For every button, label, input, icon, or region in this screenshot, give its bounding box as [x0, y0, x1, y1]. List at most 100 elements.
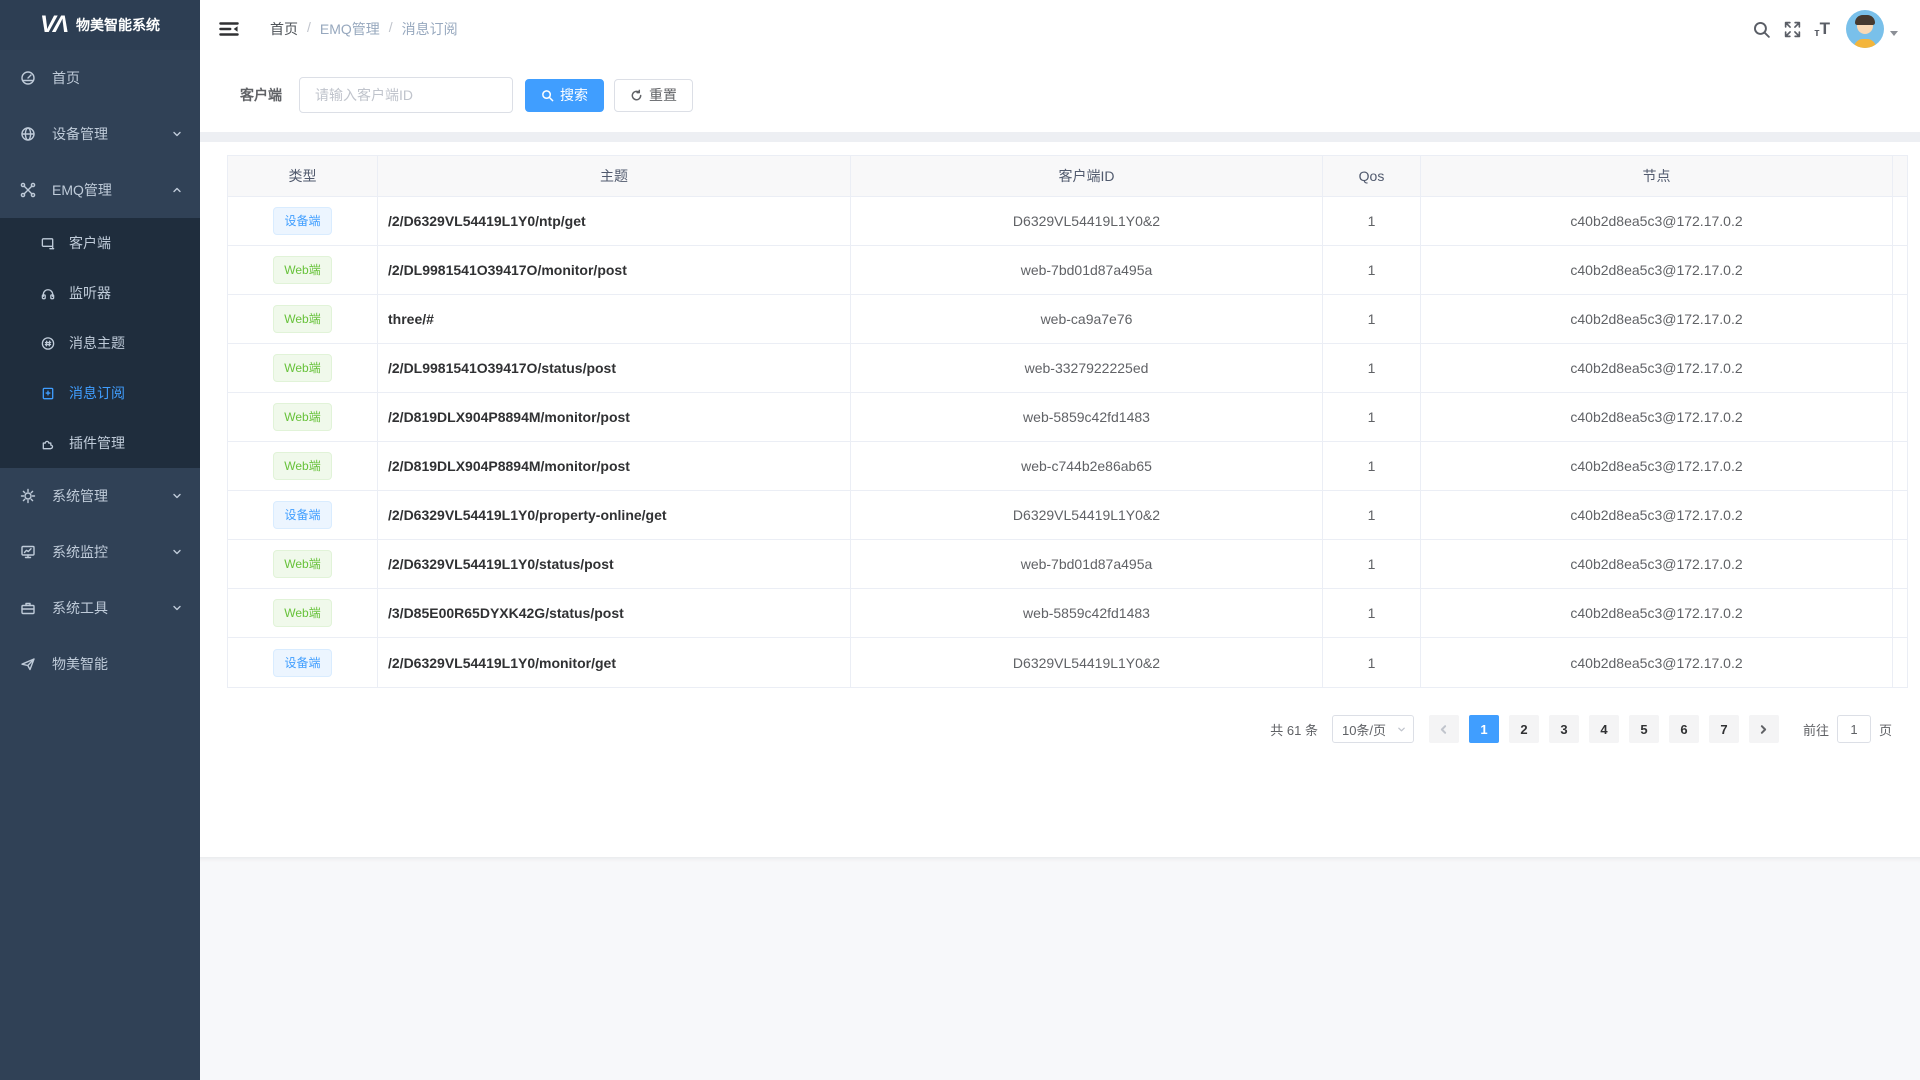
type-tag: 设备端	[273, 649, 331, 677]
table-row: Web端 /3/D85E00R65DYXK42G/status/post web…	[228, 589, 1907, 638]
refresh-icon	[630, 89, 643, 102]
font-size-icon[interactable]: тT	[1814, 19, 1830, 39]
sidebar-item-emq[interactable]: EMQ管理	[0, 162, 200, 218]
page-size-value: 10条/页	[1342, 720, 1386, 739]
col-header-gutter	[1893, 156, 1907, 197]
breadcrumb-home[interactable]: 首页	[270, 19, 298, 39]
cell-gutter	[1893, 589, 1907, 638]
sidebar-item-subscribe[interactable]: 消息订阅	[0, 368, 200, 418]
search-icon[interactable]	[1752, 20, 1771, 39]
fullscreen-icon[interactable]	[1783, 20, 1802, 39]
cell-type: Web端	[228, 295, 378, 344]
cell-node: c40b2d8ea5c3@172.17.0.2	[1421, 197, 1893, 246]
font-size-big: T	[1820, 19, 1830, 39]
sidebar-item-plugin[interactable]: 插件管理	[0, 418, 200, 468]
client-icon	[40, 236, 56, 251]
sidebar-item-listener[interactable]: 监听器	[0, 268, 200, 318]
chevron-up-icon	[172, 185, 182, 195]
search-icon	[541, 89, 554, 102]
sidebar-item-home[interactable]: 首页	[0, 50, 200, 106]
type-tag: Web端	[273, 354, 331, 382]
search-button[interactable]: 搜索	[525, 79, 604, 112]
dashboard-icon	[20, 70, 36, 86]
cell-node: c40b2d8ea5c3@172.17.0.2	[1421, 638, 1893, 687]
sidebar-item-wumei[interactable]: 物美智能	[0, 636, 200, 692]
cell-type: Web端	[228, 589, 378, 638]
breadcrumb-separator: /	[389, 19, 393, 39]
sidebar-item-label: 系统监控	[52, 542, 108, 562]
page-number-button[interactable]: 5	[1629, 715, 1659, 743]
sidebar-item-label: 消息主题	[69, 333, 125, 353]
page-number-button[interactable]: 7	[1709, 715, 1739, 743]
cell-client-id: web-7bd01d87a495a	[851, 540, 1323, 589]
plugin-icon	[40, 436, 56, 451]
page-number-button[interactable]: 6	[1669, 715, 1699, 743]
sidebar-item-client[interactable]: 客户端	[0, 218, 200, 268]
page-number-button[interactable]: 1	[1469, 715, 1499, 743]
cell-type: Web端	[228, 442, 378, 491]
next-page-button[interactable]	[1749, 715, 1779, 743]
cell-type: 设备端	[228, 491, 378, 540]
avatar[interactable]	[1846, 10, 1884, 48]
monitor-icon	[20, 544, 36, 560]
cell-topic: /2/D6329VL54419L1Y0/monitor/get	[378, 638, 851, 687]
search-bar: 客户端 搜索 重置	[200, 58, 1920, 132]
cell-qos: 1	[1323, 295, 1421, 344]
sidebar-item-monitor[interactable]: 系统监控	[0, 524, 200, 580]
type-tag: Web端	[273, 256, 331, 284]
page-size-select[interactable]: 10条/页	[1332, 715, 1414, 743]
type-tag: 设备端	[273, 501, 331, 529]
cell-client-id: web-3327922225ed	[851, 344, 1323, 393]
sidebar-item-system[interactable]: 系统管理	[0, 468, 200, 524]
goto-page-input[interactable]	[1837, 715, 1871, 743]
breadcrumb-separator: /	[307, 19, 311, 39]
cell-topic: /2/D819DLX904P8894M/monitor/post	[378, 393, 851, 442]
chevron-down-icon	[172, 603, 182, 613]
devices-icon	[20, 126, 36, 142]
main-area: 首页 / EMQ管理 / 消息订阅 тT 客户端	[200, 0, 1920, 1080]
page-number-button[interactable]: 4	[1589, 715, 1619, 743]
sidebar-item-label: 系统管理	[52, 486, 108, 506]
drone-icon	[20, 182, 36, 198]
breadcrumb: 首页 / EMQ管理 / 消息订阅	[270, 19, 458, 39]
reset-button[interactable]: 重置	[614, 79, 693, 112]
sidebar-item-device[interactable]: 设备管理	[0, 106, 200, 162]
page-number-button[interactable]: 3	[1549, 715, 1579, 743]
cell-type: Web端	[228, 246, 378, 295]
client-id-input[interactable]	[299, 77, 513, 113]
cell-client-id: D6329VL54419L1Y0&2	[851, 638, 1323, 687]
page-background	[200, 857, 1920, 1080]
emq-submenu: 客户端 监听器 消息主题 消息订阅 插件管理	[0, 218, 200, 468]
logo-icon: VΛ	[40, 11, 66, 39]
user-menu[interactable]	[1846, 10, 1898, 48]
chevron-down-icon	[172, 491, 182, 501]
cell-type: 设备端	[228, 197, 378, 246]
cell-client-id: web-c744b2e86ab65	[851, 442, 1323, 491]
sidebar-item-tools[interactable]: 系统工具	[0, 580, 200, 636]
search-field-label: 客户端	[240, 85, 282, 105]
cell-node: c40b2d8ea5c3@172.17.0.2	[1421, 295, 1893, 344]
table-row: Web端 /2/DL9981541O39417O/monitor/post we…	[228, 246, 1907, 295]
sidebar-item-label: 监听器	[69, 283, 111, 303]
type-tag: Web端	[273, 403, 331, 431]
subscribe-icon	[40, 386, 56, 401]
table-header-row: 类型 主题 客户端ID Qos 节点	[228, 156, 1907, 197]
cell-node: c40b2d8ea5c3@172.17.0.2	[1421, 344, 1893, 393]
reset-button-label: 重置	[649, 85, 677, 105]
cell-qos: 1	[1323, 442, 1421, 491]
page-number-button[interactable]: 2	[1509, 715, 1539, 743]
table-row: 设备端 /2/D6329VL54419L1Y0/ntp/get D6329VL5…	[228, 197, 1907, 246]
cell-topic: /2/D6329VL54419L1Y0/ntp/get	[378, 197, 851, 246]
table-row: Web端 three/# web-ca9a7e76 1 c40b2d8ea5c3…	[228, 295, 1907, 344]
table-row: Web端 /2/D6329VL54419L1Y0/status/post web…	[228, 540, 1907, 589]
listener-icon	[40, 286, 56, 301]
topic-icon	[40, 336, 56, 351]
table-row: Web端 /2/D819DLX904P8894M/monitor/post we…	[228, 442, 1907, 491]
prev-page-button[interactable]	[1429, 715, 1459, 743]
menu-fold-icon[interactable]	[218, 18, 240, 40]
toolbox-icon	[20, 600, 36, 616]
cell-topic: /2/DL9981541O39417O/monitor/post	[378, 246, 851, 295]
sidebar-item-topic[interactable]: 消息主题	[0, 318, 200, 368]
cell-qos: 1	[1323, 491, 1421, 540]
type-tag: Web端	[273, 452, 331, 480]
